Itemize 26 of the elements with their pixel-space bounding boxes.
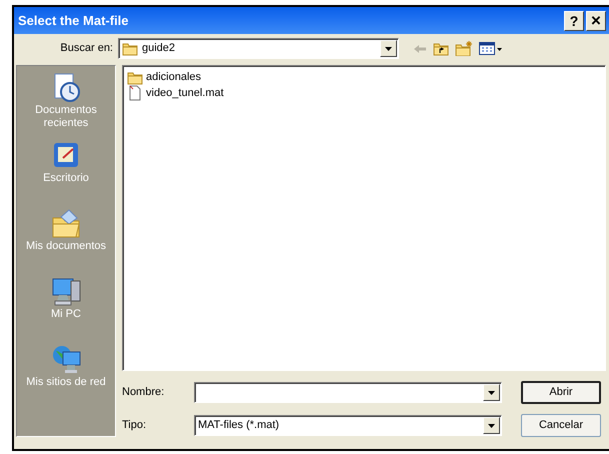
desktop-icon <box>51 140 81 170</box>
network-globe-icon <box>51 344 81 374</box>
look-in-dropdown[interactable]: guide2 <box>118 38 399 59</box>
up-folder-icon[interactable] <box>433 41 449 56</box>
dropdown-arrow-icon <box>488 390 495 394</box>
computer-icon <box>51 276 81 306</box>
folder-icon <box>122 41 138 56</box>
new-folder-icon[interactable] <box>455 41 473 56</box>
documents-folder-icon <box>51 208 81 238</box>
file-item[interactable]: adicionales <box>145 68 202 86</box>
folder-icon <box>127 70 143 84</box>
close-button[interactable]: × <box>586 10 606 30</box>
file-name-field[interactable] <box>194 382 502 403</box>
views-menu-icon[interactable] <box>479 42 503 56</box>
file-icon <box>127 85 143 101</box>
file-type-dropdown[interactable]: MAT-files (*.mat) <box>194 415 502 436</box>
file-item[interactable]: video_tunel.mat <box>145 84 225 102</box>
cancel-button[interactable]: Cancelar <box>521 414 601 437</box>
open-button[interactable]: Abrir <box>521 381 601 404</box>
file-name-label: Nombre: <box>122 385 166 400</box>
file-type-label: Tipo: <box>122 418 148 434</box>
look-in-label: Buscar en: <box>59 41 114 56</box>
window-title: Select the Mat-file <box>18 12 130 30</box>
dropdown-arrow-icon <box>385 46 392 50</box>
dropdown-arrow-icon <box>488 424 495 428</box>
help-button[interactable]: ? <box>564 10 584 30</box>
